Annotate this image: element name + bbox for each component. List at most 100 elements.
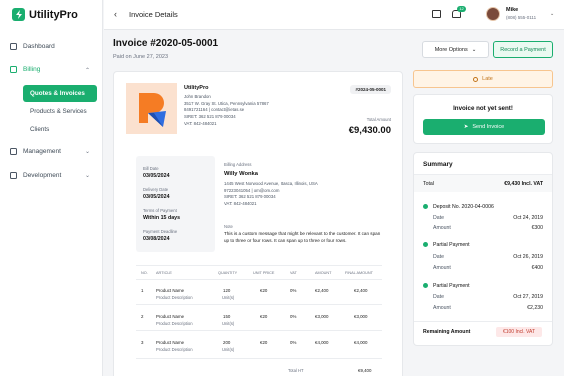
client-name: Willy Wonka [224,171,258,177]
deadline-value: 03/08/2024 [143,236,170,242]
record-payment-button[interactable]: Record a Payment [493,41,553,58]
chevron-down-icon[interactable]: ⌄ [85,148,90,155]
row-no: 3 [141,340,144,345]
page-title: Invoice Details [129,10,178,19]
table-divider [136,265,382,266]
payment-amount-label: Amount [433,225,451,231]
bolt-icon [12,8,25,21]
row-amount: €4,000 [315,340,329,345]
payment-status-dot [423,283,428,288]
invoice-card: UtilityPro John Brandon 3517 W. Gray St.… [113,71,403,376]
mail-icon[interactable] [432,10,441,18]
note-label: Note [224,224,233,229]
summary-total-row: Total €9,430 Incl. VAT [414,175,552,192]
avatar[interactable] [486,7,500,21]
row-amount: €3,000 [315,314,329,319]
chevron-down-icon[interactable]: ⌄ [85,172,90,179]
company-address: 3517 W. Gray St. Utica, Pennsylvania 578… [184,100,269,106]
sidebar-subitem-products-services[interactable]: Products & Services [23,103,97,120]
back-arrow-icon[interactable]: ‹ [114,9,117,19]
payment-date-label: Date [433,254,444,260]
sidebar-item-management[interactable]: Management [10,148,61,155]
billing-address-label: Billing Address [224,162,252,167]
payment-title: Deposit No. 2020-04-0006 [433,204,494,210]
sidebar-subitem-quotes-invoices[interactable]: Quotes & Invoices [23,85,97,102]
divider [414,321,552,322]
payment-amount: €300 [531,225,543,231]
payment-amount: €400 [531,265,543,271]
more-options-button[interactable]: More Options ⌄ [422,41,489,58]
row-unit-price: €20 [260,340,268,345]
row-vat: 0% [290,314,297,319]
row-vat: 0% [290,340,297,345]
total-ht-label: Total HT [288,368,304,373]
sidebar-item-development[interactable]: Development [10,172,61,179]
clock-icon [473,76,479,82]
payment-date: Oct 24, 2019 [513,215,543,221]
payment-status-dot [423,204,428,209]
sidebar: UtilityPro Dashboard Billing ⌃ Quotes & … [0,0,103,376]
table-divider [136,330,382,331]
table-header-article: ARTICLE [156,271,172,275]
table-divider [136,279,382,280]
row-unit: Unit(s) [222,295,235,300]
sidebar-item-dashboard[interactable]: Dashboard [10,43,55,50]
row-unit: Unit(s) [222,347,235,352]
notification-count-badge: 12 [457,6,466,12]
company-siret: SIRET: 362 521 879 00034 [184,114,236,120]
table-header-unit-price: UNIT PRICE [253,271,275,275]
table-divider [136,358,382,359]
chevron-up-icon[interactable]: ⌃ [85,67,90,74]
invoice-number-badge: #2024-05-0001 [350,85,391,94]
summary-card: Summary Total €9,430 Incl. VAT Deposit N… [413,152,553,346]
company-name: UtilityPro [184,85,209,91]
summary-total-value: €9,430 Incl. VAT [504,181,543,187]
sidebar-item-billing[interactable]: Billing [10,66,40,73]
client-vat: VAT: 842-484021 [224,201,257,207]
send-invoice-button[interactable]: ➤ Send Invoice [423,119,545,135]
sidebar-subitem-clients[interactable]: Clients [23,121,97,138]
summary-total-label: Total [423,181,434,187]
late-status-pill: Late [413,70,553,88]
payment-status-dot [423,242,428,247]
row-product-name: Product Name [156,288,185,293]
table-header-quantity: QUANTITY [218,271,238,275]
row-final-amount: €4,000 [354,340,368,345]
payment-date: Oct 26, 2019 [513,254,543,260]
paid-on-text: Paid on June 27, 2023 [113,54,169,60]
sidebar-item-label: Development [23,172,62,179]
table-divider [136,304,382,305]
client-phone-email: 97223041054 | om@om.com [224,187,280,193]
user-name: Mike [506,7,519,13]
row-product-desc: Product Description [156,295,193,300]
app-name: UtilityPro [29,8,78,21]
app-logo[interactable]: UtilityPro [12,8,78,21]
terms-value: Within 15 days [143,215,181,221]
sidebar-item-label: Management [23,148,61,155]
invoice-dates-box: Bill Date 03/05/2024 Delivery Date 03/05… [136,156,215,252]
client-siret: SIRET: 362 521 879 00034 [224,194,276,200]
payment-amount-label: Amount [433,265,451,271]
summary-title: Summary [423,161,453,168]
billing-icon [10,66,17,73]
company-vat: VAT: 842-484021 [184,120,217,126]
sidebar-item-label: Billing [23,66,41,73]
delivery-date-label: Delivery Date [143,187,169,192]
total-amount-label: Total Amount [366,117,391,122]
payment-date-label: Date [433,294,444,300]
chevron-down-icon[interactable]: ⌄ [550,11,554,17]
payment-amount: €2,230 [527,305,543,311]
bill-date-value: 03/05/2024 [143,173,170,179]
table-header-amount: AMOUNT [315,271,332,275]
row-product-desc: Product Description [156,347,193,352]
payment-amount-label: Amount [433,305,451,311]
payment-title: Partial Payment [433,283,470,289]
more-options-label: More Options [434,46,468,53]
development-icon [10,172,17,179]
note-text: This is a custom message that might be r… [224,231,381,243]
topbar: ‹ Invoice Details 12 Mike (808) 555-0111… [104,0,564,30]
row-qty: 150 [223,314,231,319]
row-unit-price: €20 [260,314,268,319]
late-label: Late [482,76,493,82]
table-header-no: NO. [141,271,148,275]
